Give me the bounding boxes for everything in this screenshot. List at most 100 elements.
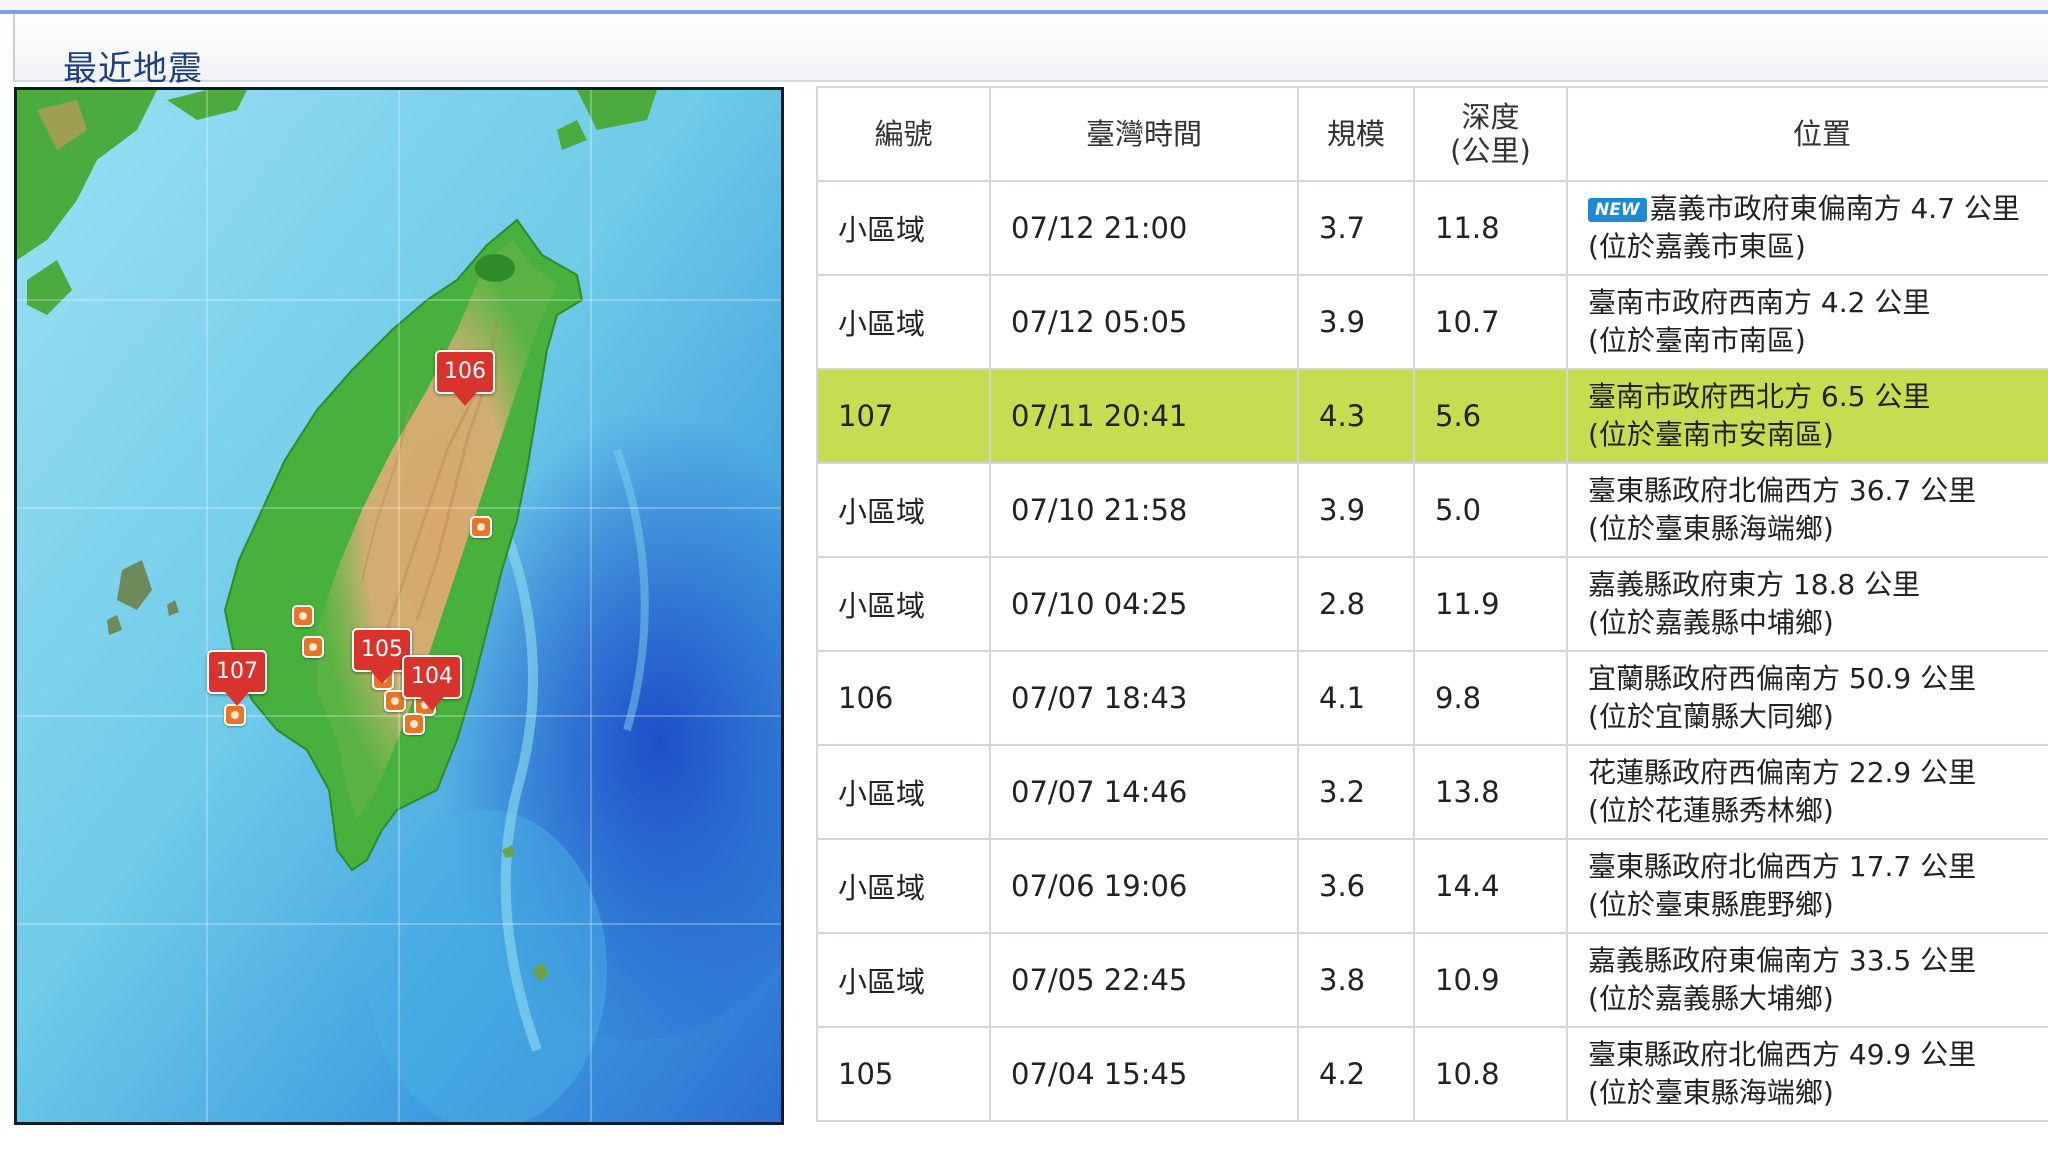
quake-marker[interactable] xyxy=(292,605,314,627)
cell-time: 07/10 04:25 xyxy=(989,556,1299,652)
cell-depth: 5.0 xyxy=(1413,462,1568,558)
col-header-magnitude: 規模 xyxy=(1297,86,1415,182)
cell-depth: 10.9 xyxy=(1413,932,1568,1028)
cell-time: 07/07 14:46 xyxy=(989,744,1299,840)
table-row[interactable]: 小區域 07/10 21:58 3.9 5.0 臺東縣政府北偏西方 36.7 公… xyxy=(816,462,2048,558)
cell-id: 小區域 xyxy=(816,556,991,652)
cell-id: 小區域 xyxy=(816,180,991,276)
cell-location: 宜蘭縣政府西偏南方 50.9 公里 (位於宜蘭縣大同鄉) xyxy=(1566,650,2048,746)
cell-magnitude: 4.2 xyxy=(1297,1026,1415,1122)
cell-time: 07/06 19:06 xyxy=(989,838,1299,934)
location-text: 嘉義縣政府東偏南方 33.5 公里 xyxy=(1588,944,1977,977)
location-subtext: (位於宜蘭縣大同鄉) xyxy=(1588,700,1834,733)
quake-marker[interactable] xyxy=(224,704,246,726)
location-subtext: (位於臺東縣海端鄉) xyxy=(1588,1076,1834,1109)
location-subtext: (位於臺南市安南區) xyxy=(1588,418,1834,451)
cell-location: 臺東縣政府北偏西方 17.7 公里 (位於臺東縣鹿野鄉) xyxy=(1566,838,2048,934)
location-text: 嘉義縣政府東方 18.8 公里 xyxy=(1588,568,1921,601)
location-text: 嘉義市政府東偏南方 4.7 公里 xyxy=(1649,192,2020,225)
cell-depth: 9.8 xyxy=(1413,650,1568,746)
location-subtext: (位於臺東縣鹿野鄉) xyxy=(1588,888,1834,921)
pin-pointer xyxy=(420,697,444,711)
cell-magnitude: 3.9 xyxy=(1297,274,1415,370)
table-header-row: 編號 臺灣時間 規模 深度 (公里) 位置 xyxy=(816,86,2048,182)
col-header-depth: 深度 (公里) xyxy=(1413,86,1568,182)
cell-id: 小區域 xyxy=(816,744,991,840)
location-text: 臺東縣政府北偏西方 36.7 公里 xyxy=(1588,474,1977,507)
cell-depth: 10.8 xyxy=(1413,1026,1568,1122)
quake-marker[interactable] xyxy=(470,516,492,538)
location-text: 花蓮縣政府西偏南方 22.9 公里 xyxy=(1588,756,1977,789)
location-text: 臺南市政府西南方 4.2 公里 xyxy=(1588,286,1931,319)
table-row[interactable]: 105 07/04 15:45 4.2 10.8 臺東縣政府北偏西方 49.9 … xyxy=(816,1026,2048,1122)
cell-location: 臺南市政府西北方 6.5 公里 (位於臺南市安南區) xyxy=(1566,368,2048,464)
cell-location: 嘉義縣政府東方 18.8 公里 (位於嘉義縣中埔鄉) xyxy=(1566,556,2048,652)
cell-magnitude: 4.1 xyxy=(1297,650,1415,746)
col-header-location: 位置 xyxy=(1566,86,2048,182)
table-row[interactable]: 小區域 07/10 04:25 2.8 11.9 嘉義縣政府東方 18.8 公里… xyxy=(816,556,2048,652)
earthquake-map[interactable]: 106 105 104 107 xyxy=(14,87,784,1125)
cell-id: 107 xyxy=(816,368,991,464)
panel-title: 最近地震 xyxy=(63,49,203,89)
cell-time: 07/12 21:00 xyxy=(989,180,1299,276)
cell-id: 小區域 xyxy=(816,932,991,1028)
taiwan-relief-map xyxy=(17,90,781,1122)
cell-depth: 11.8 xyxy=(1413,180,1568,276)
pin-label: 104 xyxy=(402,655,462,699)
location-subtext: (位於嘉義縣中埔鄉) xyxy=(1588,606,1834,639)
cell-time: 07/04 15:45 xyxy=(989,1026,1299,1122)
location-subtext: (位於嘉義市東區) xyxy=(1588,230,1806,263)
cell-id: 小區域 xyxy=(816,274,991,370)
table-row[interactable]: 小區域 07/05 22:45 3.8 10.9 嘉義縣政府東偏南方 33.5 … xyxy=(816,932,2048,1028)
cell-time: 07/07 18:43 xyxy=(989,650,1299,746)
cell-id: 105 xyxy=(816,1026,991,1122)
location-text: 臺東縣政府北偏西方 49.9 公里 xyxy=(1588,1038,1977,1071)
location-text: 臺南市政府西北方 6.5 公里 xyxy=(1588,380,1931,413)
cell-magnitude: 3.6 xyxy=(1297,838,1415,934)
location-subtext: (位於臺東縣海端鄉) xyxy=(1588,512,1834,545)
cell-id: 小區域 xyxy=(816,838,991,934)
cell-location: NEW 嘉義市政府東偏南方 4.7 公里 (位於嘉義市東區) xyxy=(1566,180,2048,276)
col-header-time: 臺灣時間 xyxy=(989,86,1299,182)
depth-header-unit: (公里) xyxy=(1450,134,1531,168)
cell-location: 花蓮縣政府西偏南方 22.9 公里 (位於花蓮縣秀林鄉) xyxy=(1566,744,2048,840)
table-row[interactable]: 小區域 07/12 21:00 3.7 11.8 NEW 嘉義市政府東偏南方 4.… xyxy=(816,180,2048,276)
table-row[interactable]: 小區域 07/12 05:05 3.9 10.7 臺南市政府西南方 4.2 公里… xyxy=(816,274,2048,370)
depth-header-label: 深度 xyxy=(1461,100,1520,134)
pin-pointer xyxy=(370,670,394,684)
table-row-selected[interactable]: 107 07/11 20:41 4.3 5.6 臺南市政府西北方 6.5 公里 … xyxy=(816,368,2048,464)
cell-time: 07/11 20:41 xyxy=(989,368,1299,464)
location-text: 宜蘭縣政府西偏南方 50.9 公里 xyxy=(1588,662,1977,695)
location-subtext: (位於臺南市南區) xyxy=(1588,324,1806,357)
cell-id: 106 xyxy=(816,650,991,746)
pin-label: 106 xyxy=(435,350,495,394)
cell-location: 嘉義縣政府東偏南方 33.5 公里 (位於嘉義縣大埔鄉) xyxy=(1566,932,2048,1028)
cell-location: 臺東縣政府北偏西方 36.7 公里 (位於臺東縣海端鄉) xyxy=(1566,462,2048,558)
cell-location: 臺南市政府西南方 4.2 公里 (位於臺南市南區) xyxy=(1566,274,2048,370)
cell-depth: 5.6 xyxy=(1413,368,1568,464)
cell-depth: 14.4 xyxy=(1413,838,1568,934)
table-row[interactable]: 小區域 07/07 14:46 3.2 13.8 花蓮縣政府西偏南方 22.9 … xyxy=(816,744,2048,840)
cell-magnitude: 2.8 xyxy=(1297,556,1415,652)
cell-location: 臺東縣政府北偏西方 49.9 公里 (位於臺東縣海端鄉) xyxy=(1566,1026,2048,1122)
table-row[interactable]: 106 07/07 18:43 4.1 9.8 宜蘭縣政府西偏南方 50.9 公… xyxy=(816,650,2048,746)
col-header-id: 編號 xyxy=(816,86,991,182)
table-row[interactable]: 小區域 07/06 19:06 3.6 14.4 臺東縣政府北偏西方 17.7 … xyxy=(816,838,2048,934)
panel-header: 最近地震 xyxy=(13,14,2048,89)
cell-depth: 11.9 xyxy=(1413,556,1568,652)
cell-magnitude: 3.8 xyxy=(1297,932,1415,1028)
earthquake-table: 編號 臺灣時間 規模 深度 (公里) 位置 小區域 07/12 21:00 3.… xyxy=(816,86,2048,1122)
cell-magnitude: 4.3 xyxy=(1297,368,1415,464)
pin-pointer xyxy=(225,692,249,706)
cell-id: 小區域 xyxy=(816,462,991,558)
cell-magnitude: 3.9 xyxy=(1297,462,1415,558)
pin-label: 107 xyxy=(207,650,267,694)
quake-marker[interactable] xyxy=(302,636,324,658)
cell-time: 07/10 21:58 xyxy=(989,462,1299,558)
location-subtext: (位於花蓮縣秀林鄉) xyxy=(1588,794,1834,827)
new-badge: NEW xyxy=(1588,198,1647,222)
quake-marker[interactable] xyxy=(403,713,425,735)
cell-time: 07/05 22:45 xyxy=(989,932,1299,1028)
location-text: 臺東縣政府北偏西方 17.7 公里 xyxy=(1588,850,1977,883)
cell-depth: 10.7 xyxy=(1413,274,1568,370)
